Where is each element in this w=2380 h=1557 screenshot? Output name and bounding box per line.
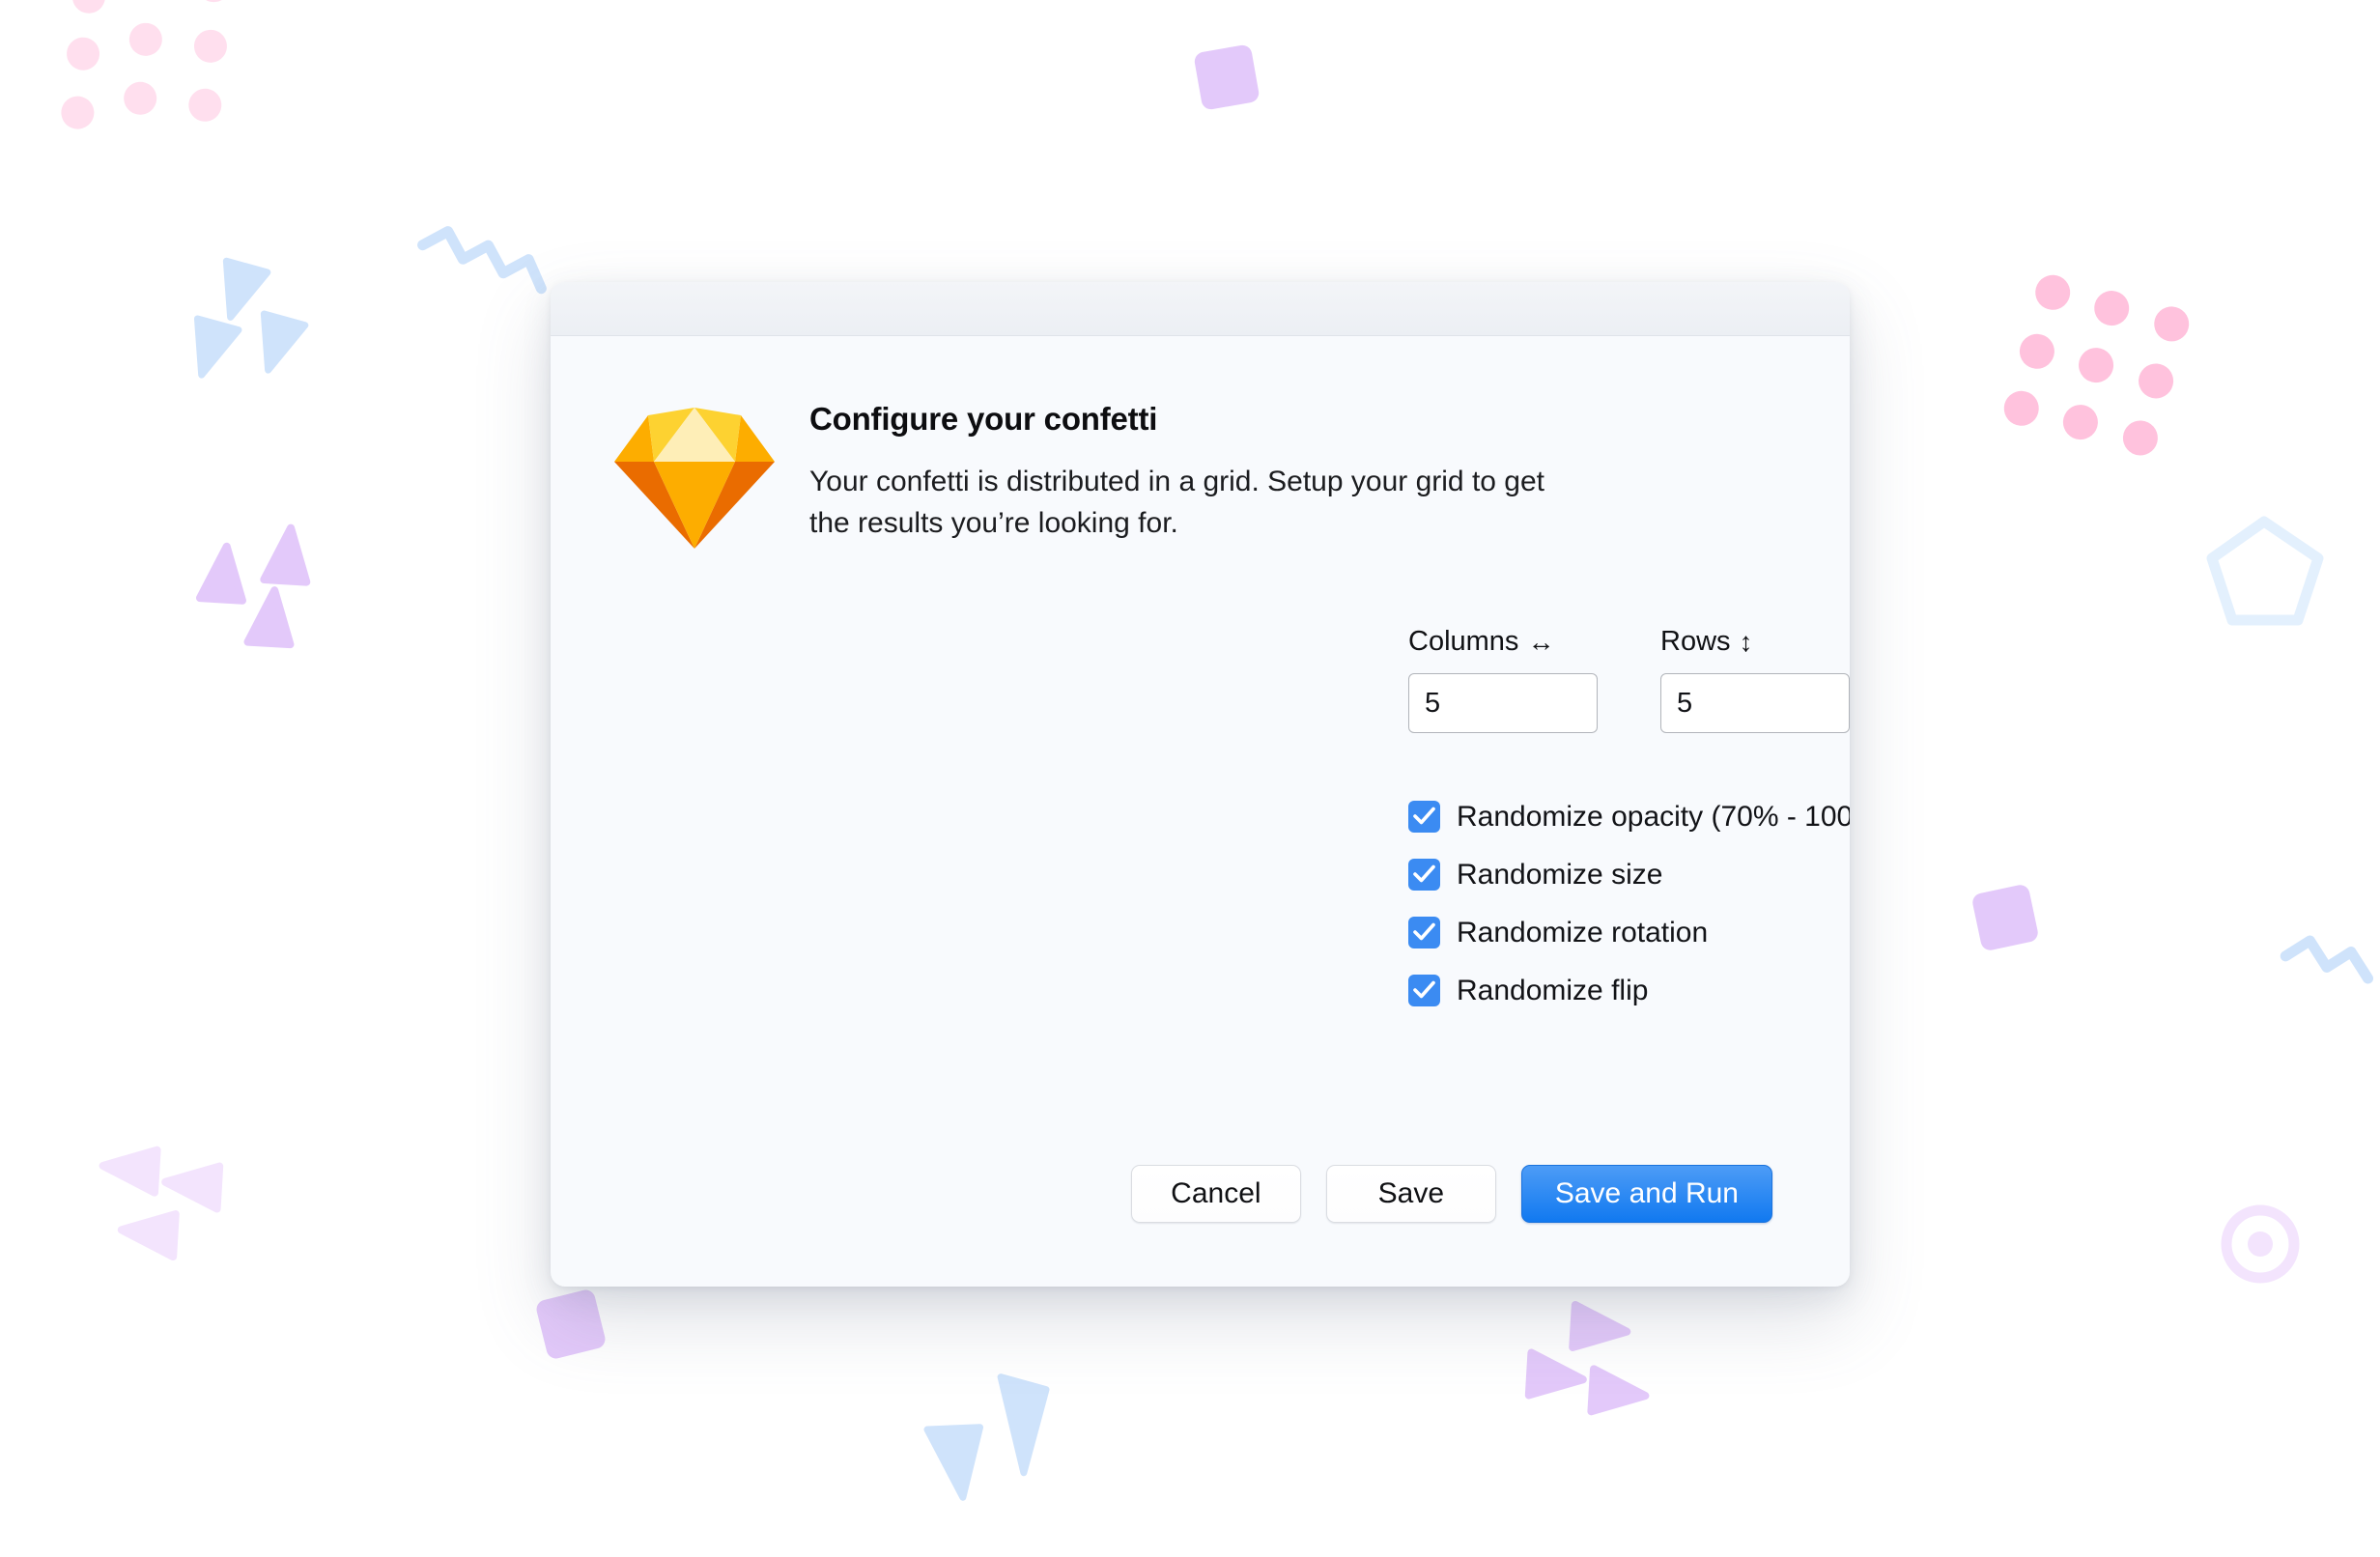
blue-triangle-bottom-center <box>923 1373 1050 1501</box>
grid-fields: Columns ↔ Rows ↕ <box>1408 626 1850 733</box>
dialog-titlebar[interactable] <box>551 282 1850 336</box>
save-button[interactable]: Save <box>1325 1165 1496 1223</box>
columns-field: Columns ↔ <box>1408 626 1598 733</box>
purple-ring-dot-bottom-right <box>2221 1204 2300 1284</box>
checkbox-checked-icon[interactable] <box>1408 917 1440 948</box>
checkbox-label: Randomize flip <box>1457 974 1649 1006</box>
rows-label: Rows ↕ <box>1660 626 1850 658</box>
pink-dot-cluster-top-right <box>2003 274 2190 456</box>
randomize-options-list: Randomize opacity (70% - 100%) Randomize… <box>1408 801 1850 1006</box>
save-and-run-button[interactable]: Save and Run <box>1520 1165 1772 1223</box>
checkbox-checked-icon[interactable] <box>1408 801 1440 833</box>
dialog-description: Your confetti is distributed in a grid. … <box>809 466 1545 539</box>
checkbox-row-randomize-size[interactable]: Randomize size <box>1408 859 1662 891</box>
pink-dot-cluster-top-left <box>61 0 231 129</box>
purple-triangle-cluster-lower-left <box>99 1146 224 1261</box>
rows-input[interactable] <box>1660 673 1850 733</box>
blue-zigzag-right <box>2280 935 2374 984</box>
checkbox-label: Randomize opacity (70% - 100%) <box>1457 800 1850 833</box>
dialog-actions: Cancel Save Save and Run <box>1130 1165 1772 1223</box>
blue-zigzag-top-left <box>417 226 547 295</box>
checkbox-row-randomize-opacity[interactable]: Randomize opacity (70% - 100%) <box>1408 801 1850 833</box>
checkbox-row-randomize-flip[interactable]: Randomize flip <box>1408 975 1648 1006</box>
columns-input[interactable] <box>1408 673 1598 733</box>
dialog-header: Configure your confetti Your confetti is… <box>551 388 1850 552</box>
rows-label-text: Rows <box>1660 626 1731 657</box>
horizontal-arrows-icon: ↔ <box>1527 626 1555 657</box>
sketch-diamond-logo <box>611 388 809 552</box>
checkbox-label: Randomize size <box>1457 858 1663 891</box>
checkbox-checked-icon[interactable] <box>1408 975 1440 1006</box>
confetti-configure-dialog: Configure your confetti Your confetti is… <box>551 282 1850 1287</box>
cancel-button[interactable]: Cancel <box>1130 1165 1301 1223</box>
vertical-arrows-icon: ↕ <box>1739 626 1753 657</box>
dialog-body: Configure your confetti Your confetti is… <box>551 336 1850 1287</box>
columns-label-text: Columns <box>1408 626 1519 657</box>
purple-triangle-cluster-bottom-right <box>1524 1300 1650 1416</box>
purple-triangle-cluster-mid-left <box>195 524 311 649</box>
rows-field: Rows ↕ <box>1660 626 1850 733</box>
purple-square-bottom-left <box>536 1289 606 1359</box>
columns-label: Columns ↔ <box>1408 626 1598 658</box>
checkbox-checked-icon[interactable] <box>1408 859 1440 891</box>
checkbox-label: Randomize rotation <box>1457 916 1709 948</box>
purple-square-mid-right <box>1972 885 2038 950</box>
dialog-header-text: Configure your confetti Your confetti is… <box>809 388 1850 544</box>
checkbox-row-randomize-rotation[interactable]: Randomize rotation <box>1408 917 1708 948</box>
page-title: Configure your confetti <box>809 401 1158 437</box>
blue-triangle-cluster-top-left <box>193 257 309 379</box>
purple-square-top-center <box>1194 44 1260 110</box>
blue-pentagon-outline-right <box>2206 516 2324 626</box>
